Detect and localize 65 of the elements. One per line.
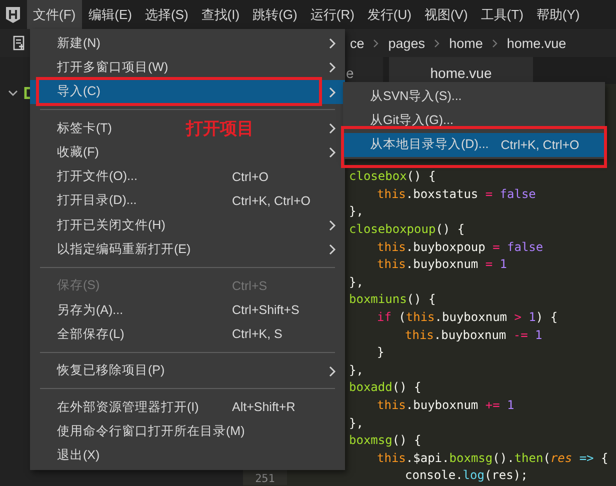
- menu-item[interactable]: 以指定编码重新打开(E): [57, 242, 191, 256]
- breadcrumb-item[interactable]: home.vue: [506, 36, 566, 50]
- menu-item[interactable]: 工具(T): [474, 0, 530, 29]
- code-line: this.buyboxpoup = false: [377, 240, 544, 255]
- menu-item[interactable]: 标签卡(T): [57, 120, 112, 135]
- menu-item[interactable]: 恢复已移除项目(P): [57, 363, 165, 378]
- chevron-right-icon: [492, 38, 498, 48]
- line-number: 251: [255, 472, 275, 485]
- code-line: },: [349, 416, 364, 431]
- menu-item[interactable]: 选择(S): [138, 0, 194, 29]
- menu-item[interactable]: 打开多窗口项目(W): [57, 60, 168, 74]
- code-line: },: [349, 204, 364, 220]
- chevron-right-icon: [434, 38, 440, 48]
- menu-item[interactable]: 全部保存(L): [57, 326, 124, 341]
- menu-item[interactable]: 编辑(E): [82, 0, 138, 29]
- menu-item[interactable]: 导入(C): [30, 80, 345, 104]
- code-line: closebox() {: [349, 169, 436, 184]
- code-line: if (this.buyboxnum > 1) {: [377, 310, 558, 326]
- breadcrumb-item[interactable]: ce: [350, 36, 364, 50]
- menu-item[interactable]: 帮助(Y): [530, 0, 586, 29]
- shortcut-text: Ctrl+K, S: [232, 327, 282, 342]
- chevron-down-icon[interactable]: [8, 90, 18, 96]
- menu-item[interactable]: 文件(F): [27, 0, 82, 29]
- shortcut-text: Ctrl+O: [232, 170, 268, 184]
- code-line: boxmsg() {: [349, 433, 422, 448]
- code-line: boxadd() {: [349, 380, 422, 396]
- menu-item[interactable]: 使用命令行窗口打开所在目录(M): [57, 424, 245, 438]
- menu-item[interactable]: 发行(U): [361, 0, 418, 29]
- code-line: this.$api.boxmsg().then(res => {: [377, 450, 608, 466]
- code-line: this.buyboxnum = 1: [377, 257, 507, 272]
- menu-item[interactable]: 打开已关闭文件(H): [57, 218, 166, 232]
- menu-item[interactable]: 在外部资源管理器打开(I): [57, 400, 199, 414]
- code-line: closeboxpoup() {: [349, 222, 465, 238]
- menu-item[interactable]: 收藏(F): [57, 144, 99, 159]
- breadcrumb-item[interactable]: home: [449, 36, 483, 50]
- menu-item[interactable]: 退出(X): [57, 448, 100, 462]
- chevron-right-icon: [373, 38, 380, 48]
- menu-item[interactable]: 运行(R): [304, 0, 360, 29]
- code-line: console.log(res);: [405, 468, 528, 484]
- menu-item[interactable]: 视图(V): [418, 0, 474, 29]
- shortcut-text: Alt+Shift+R: [232, 400, 296, 414]
- code-line: boxmiuns() {: [349, 292, 436, 308]
- logo-icon: [5, 6, 21, 24]
- code-line: },: [349, 362, 364, 378]
- code-line: }: [377, 345, 384, 360]
- code-line: this.boxstatus = false: [377, 186, 536, 202]
- project-icon: [24, 87, 31, 99]
- code-line: this.buyboxnum += 1: [377, 398, 514, 414]
- breadcrumb-item[interactable]: pages: [388, 36, 426, 50]
- menu-item[interactable]: 查找(I): [195, 0, 246, 29]
- code-line: this.buyboxnum -= 1: [405, 328, 542, 343]
- annotation-text: 打开项目: [186, 118, 254, 140]
- menu-item[interactable]: 打开目录(D)...: [57, 193, 137, 208]
- menu-item[interactable]: 新建(N): [57, 36, 100, 50]
- menu-item[interactable]: 另存为(A)...: [57, 302, 124, 317]
- shortcut-text: Ctrl+Shift+S: [232, 303, 300, 318]
- menu-item[interactable]: 打开文件(O)...: [57, 169, 138, 184]
- menu-item[interactable]: 从SVN导入(S)...: [343, 84, 605, 108]
- menu-item[interactable]: 跳转(G): [246, 0, 304, 29]
- menu-item[interactable]: 从本地目录导入(D)... Ctrl+K, Ctrl+O: [343, 132, 605, 157]
- shortcut-text: Ctrl+K, Ctrl+O: [232, 194, 310, 208]
- file-tab[interactable]: home.vue: [389, 57, 533, 84]
- shortcut-text: Ctrl+S: [232, 278, 268, 293]
- new-file-icon[interactable]: [11, 35, 27, 51]
- code-line: },: [349, 274, 364, 290]
